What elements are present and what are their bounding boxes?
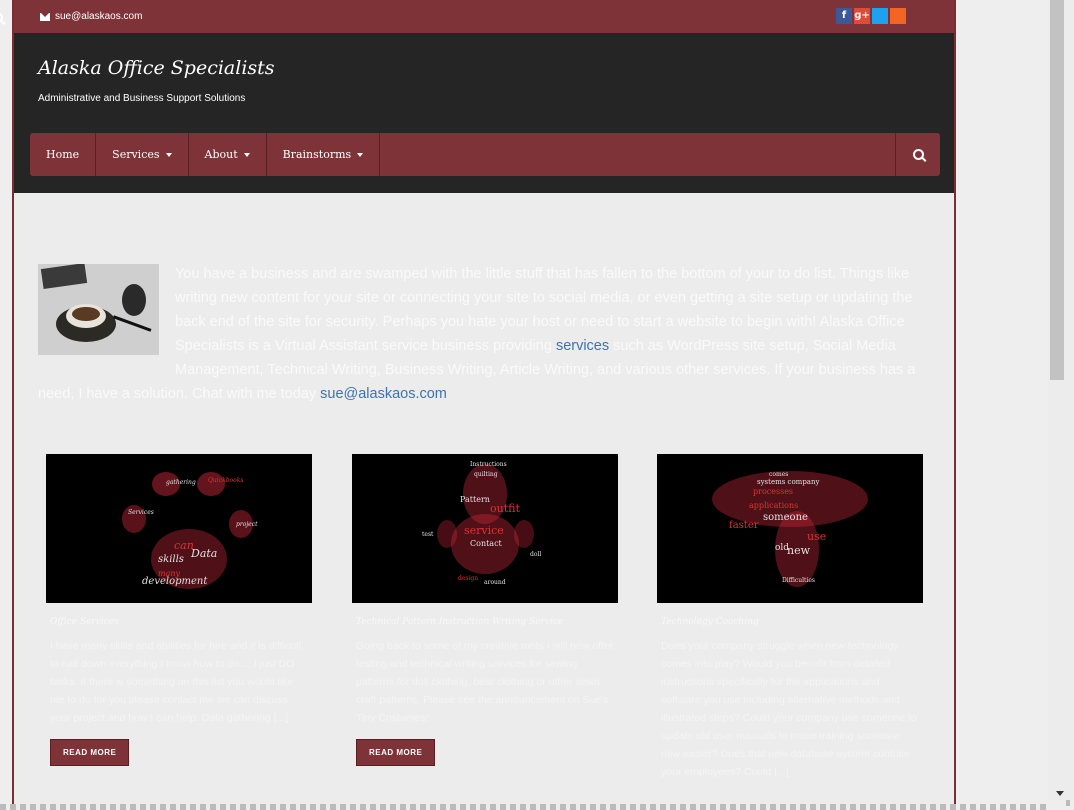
svg-text:Difficulties: Difficulties — [782, 577, 815, 584]
page-edge-bottom — [0, 804, 1048, 810]
svg-text:Pattern: Pattern — [460, 495, 490, 504]
card-pattern-writing: Instructions quilting Pattern outfit ser… — [352, 454, 618, 766]
svg-text:quilting: quilting — [474, 471, 498, 478]
svg-text:someone: someone — [763, 512, 808, 523]
top-bar: sue@alaskaos.com f g+ t rss — [0, 0, 954, 33]
svg-text:new: new — [787, 544, 811, 557]
svg-text:Services: Services — [128, 509, 154, 516]
intro-text: You have a business and are swamped with… — [38, 262, 928, 406]
svg-text:design: design — [458, 575, 478, 582]
card-excerpt: I have many skills and abilities for hir… — [50, 640, 302, 724]
svg-text:project: project — [236, 521, 258, 528]
facebook-icon[interactable]: f — [836, 8, 852, 24]
svg-text:outfit: outfit — [490, 502, 520, 515]
coffee-desk-image — [38, 264, 159, 355]
caret-down-icon — [357, 152, 364, 157]
top-email[interactable]: sue@alaskaos.com — [40, 11, 142, 22]
card-technology-coaching: comes systems company processes applicat… — [657, 454, 923, 781]
read-more-button[interactable]: READ MORE — [50, 739, 130, 766]
nav-label: Brainstorms — [282, 148, 352, 161]
scrollbar-thumb[interactable] — [1050, 0, 1064, 380]
main-nav: Home Services About Brainstorms — [30, 133, 940, 176]
svg-text:development: development — [142, 576, 208, 587]
svg-text:applications: applications — [749, 501, 798, 510]
services-link[interactable]: services — [556, 338, 609, 354]
svg-text:processes: processes — [753, 487, 793, 496]
rss-icon[interactable]: rss — [890, 8, 906, 24]
caret-down-icon — [165, 152, 172, 157]
svg-text:faster: faster — [729, 520, 759, 531]
top-search-icon[interactable] — [0, 12, 3, 23]
svg-text:comes: comes — [769, 471, 788, 478]
nav-item-services[interactable]: Services — [96, 133, 189, 176]
svg-text:Quickbooks: Quickbooks — [208, 477, 243, 484]
word-cloud-bear-image[interactable]: Instructions quilting Pattern outfit ser… — [352, 454, 618, 603]
svg-text:skills: skills — [158, 554, 184, 565]
svg-text:around: around — [484, 579, 506, 586]
nav-label: Services — [112, 148, 160, 161]
email-link[interactable]: sue@alaskaos.com — [320, 386, 447, 402]
site-title[interactable]: Alaska Office Specialists — [38, 57, 275, 79]
scroll-down-arrow-icon[interactable] — [1056, 791, 1064, 796]
svg-text:systems company: systems company — [757, 478, 819, 486]
svg-text:doll: doll — [530, 551, 541, 558]
twitter-icon[interactable]: t — [872, 8, 888, 24]
envelope-icon — [40, 12, 50, 21]
card-office-services: can Data skills many development gatheri… — [46, 454, 312, 766]
svg-text:test: test — [422, 531, 434, 538]
nav-item-about[interactable]: About — [189, 133, 267, 176]
nav-item-home[interactable]: Home — [30, 133, 97, 176]
social-icons: f g+ t rss — [836, 8, 906, 24]
svg-text:Contact: Contact — [470, 539, 503, 548]
site-header: Alaska Office Specialists Administrative… — [14, 33, 954, 193]
nav-label: Home — [46, 148, 80, 161]
svg-text:Data: Data — [190, 547, 217, 560]
svg-text:service: service — [464, 524, 504, 537]
read-more-button[interactable]: READ MORE — [356, 739, 436, 766]
nav-label: About — [204, 148, 238, 161]
scrollbar[interactable] — [1048, 0, 1074, 800]
card-title[interactable]: Technical Pattern Instruction Writing Se… — [352, 617, 618, 627]
word-cloud-paw-image[interactable]: can Data skills many development gatheri… — [46, 454, 312, 603]
svg-text:Instructions: Instructions — [470, 461, 507, 468]
site-container: sue@alaskaos.com f g+ t rss Alaska Offic… — [0, 0, 956, 810]
svg-text:use: use — [807, 530, 826, 543]
top-email-text[interactable]: sue@alaskaos.com — [55, 11, 142, 22]
card-excerpt: Going back to some of my creative roots … — [356, 640, 614, 724]
site-tagline: Administrative and Business Support Solu… — [38, 93, 246, 104]
google-plus-icon[interactable]: g+ — [854, 8, 870, 24]
search-icon — [912, 149, 924, 160]
card-excerpt: Does your company struggle when new tech… — [661, 640, 917, 778]
nav-search-button[interactable] — [895, 133, 940, 176]
word-cloud-mushroom-image[interactable]: comes systems company processes applicat… — [657, 454, 923, 603]
caret-down-icon — [243, 152, 250, 157]
nav-item-brainstorms[interactable]: Brainstorms — [267, 133, 381, 176]
card-title[interactable]: Technology Coaching — [657, 617, 923, 627]
card-title[interactable]: Office Services — [46, 617, 312, 627]
svg-text:gathering: gathering — [166, 479, 196, 486]
